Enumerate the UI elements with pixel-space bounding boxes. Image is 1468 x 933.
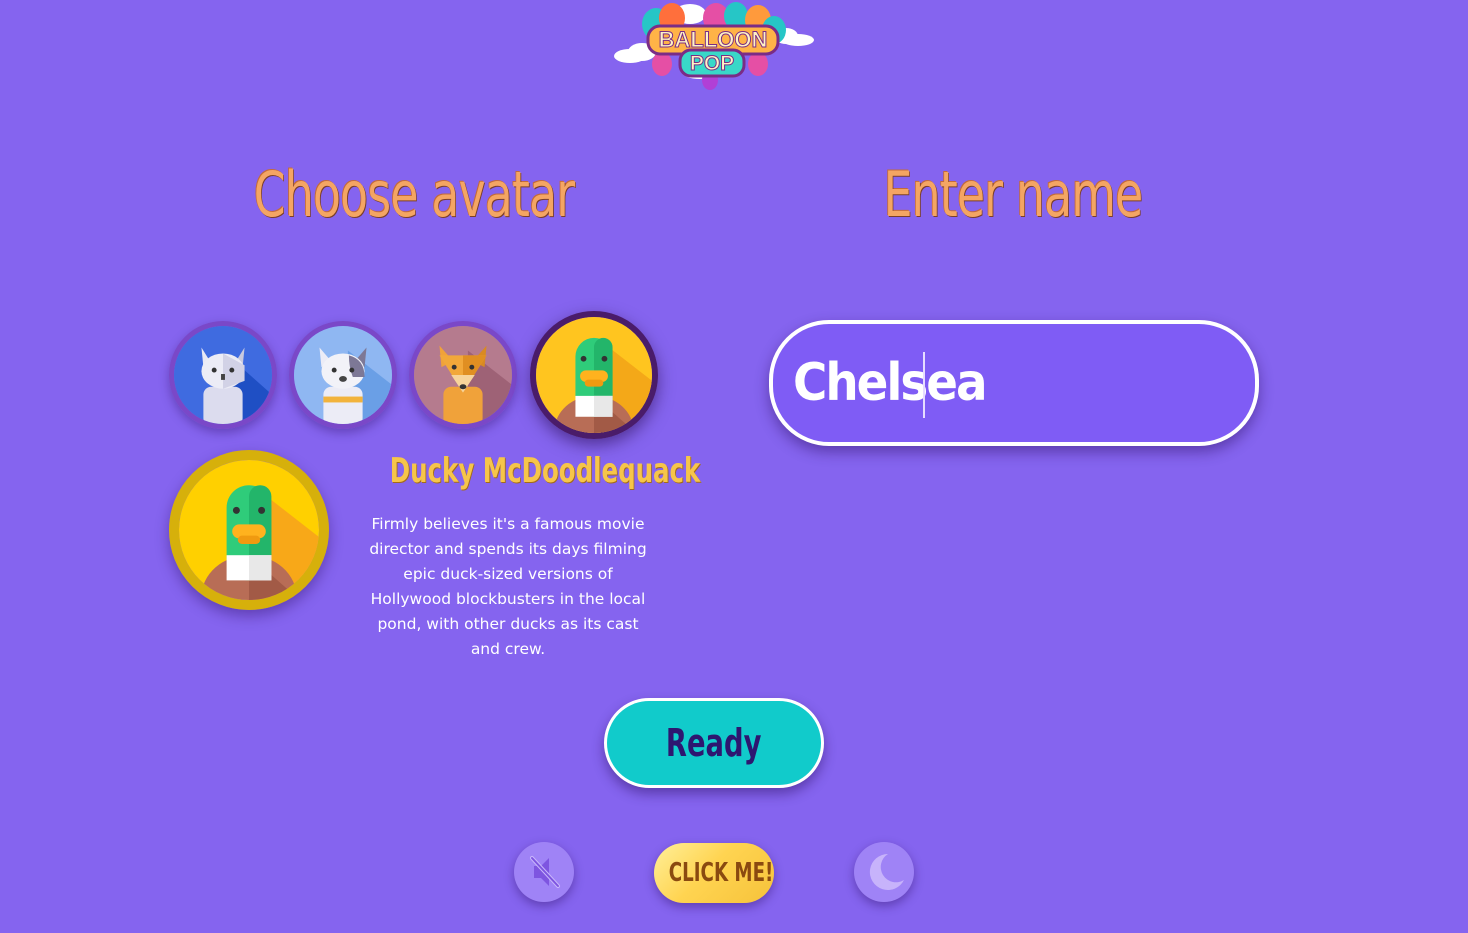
click-me-button[interactable]: CLICK ME! bbox=[654, 843, 774, 903]
theme-toggle-button[interactable] bbox=[854, 842, 914, 902]
logo-line2: POP bbox=[690, 52, 734, 75]
click-me-label: CLICK ME! bbox=[668, 858, 774, 888]
moon-icon bbox=[869, 853, 904, 890]
mute-button[interactable] bbox=[514, 842, 574, 902]
ready-button[interactable]: Ready bbox=[604, 698, 824, 788]
pet-name: Ducky McDoodlequack bbox=[389, 451, 701, 491]
dog-avatar-icon bbox=[294, 326, 392, 424]
duck-avatar-icon bbox=[536, 317, 652, 433]
selected-avatar-preview bbox=[169, 450, 329, 610]
avatar-option-duck[interactable] bbox=[530, 311, 658, 439]
muted-speaker-icon bbox=[530, 856, 560, 888]
duck-avatar-large-icon bbox=[179, 460, 319, 600]
fox-avatar-icon bbox=[414, 326, 512, 424]
pet-description: Firmly believes it's a famous movie dire… bbox=[369, 515, 647, 658]
ready-button-label: Ready bbox=[666, 721, 762, 765]
avatar-option-cat[interactable] bbox=[169, 321, 277, 429]
avatar-option-dog[interactable] bbox=[289, 321, 397, 429]
balloon-pop-logo: BALLOON POP bbox=[612, 0, 816, 95]
enter-name-heading: Enter name bbox=[883, 158, 1144, 231]
cat-avatar-icon bbox=[174, 326, 272, 424]
choose-avatar-heading: Choose avatar bbox=[253, 158, 575, 231]
logo-line1: BALLOON bbox=[659, 27, 768, 52]
name-input[interactable] bbox=[793, 344, 1233, 422]
name-input-container[interactable] bbox=[769, 320, 1259, 446]
avatar-option-fox[interactable] bbox=[409, 321, 517, 429]
text-caret bbox=[923, 352, 925, 418]
